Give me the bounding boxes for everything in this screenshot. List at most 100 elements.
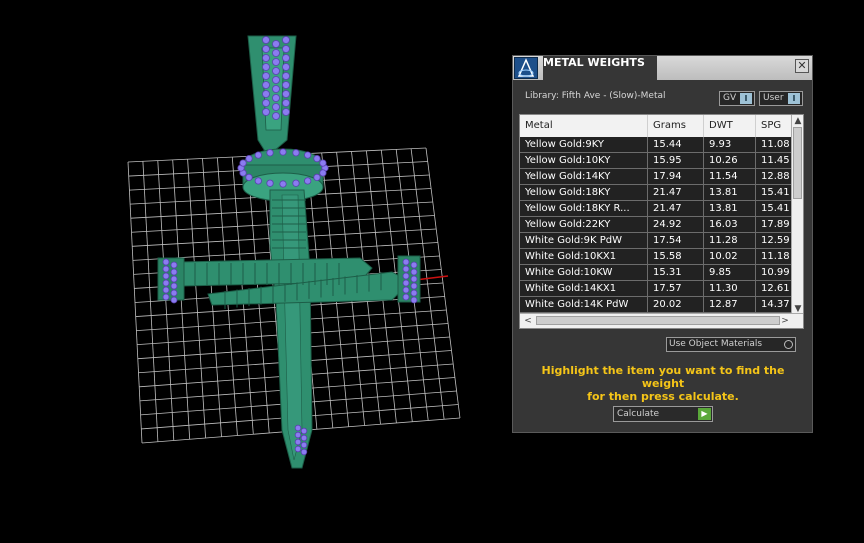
gem xyxy=(279,180,287,188)
table-row[interactable]: White Gold:14K PdW 20.02 12.87 14.37 xyxy=(520,297,792,313)
vertical-scrollbar[interactable]: ▲ ▼ xyxy=(791,115,803,315)
scroll-left-icon[interactable]: < xyxy=(522,315,534,327)
gem xyxy=(294,424,302,432)
table-row[interactable]: Yellow Gold:18KY R... 21.47 13.81 15.41 xyxy=(520,201,792,217)
table-row[interactable]: White Gold:14KX1 17.57 11.30 12.61 xyxy=(520,281,792,297)
panel-titlebar[interactable]: METAL WEIGHTS ✕ xyxy=(513,56,812,80)
gem xyxy=(162,279,170,287)
gem xyxy=(410,282,418,290)
cell-grams: 15.95 xyxy=(648,153,704,168)
gem xyxy=(245,173,253,182)
gem xyxy=(304,151,312,159)
table-row[interactable]: Yellow Gold:10KY 15.95 10.26 11.45 xyxy=(520,153,792,169)
cell-metal: Yellow Gold:9KY xyxy=(520,137,648,152)
column-header-grams[interactable]: Grams xyxy=(648,115,704,137)
cell-metal: Yellow Gold:14KY xyxy=(520,169,648,184)
table-row[interactable]: White Gold:10KW 15.31 9.85 10.99 xyxy=(520,265,792,281)
gem xyxy=(300,427,308,435)
gem xyxy=(282,90,290,98)
table-row[interactable]: Yellow Gold:18KY 21.47 13.81 15.41 xyxy=(520,185,792,201)
cell-metal: Yellow Gold:10KY xyxy=(520,153,648,168)
gem xyxy=(402,286,410,294)
radio-icon[interactable] xyxy=(784,340,793,349)
app-logo-icon xyxy=(514,57,538,79)
cell-grams: 17.54 xyxy=(648,233,704,248)
table-row[interactable]: White Gold:9K PdW 17.54 11.28 12.59 xyxy=(520,233,792,249)
horizontal-scroll-thumb[interactable] xyxy=(536,316,780,325)
close-button[interactable]: ✕ xyxy=(795,59,809,73)
gem xyxy=(170,261,178,269)
cell-metal: White Gold:10KW xyxy=(520,265,648,280)
scroll-up-icon[interactable]: ▲ xyxy=(792,115,803,127)
table-row[interactable]: Yellow Gold:14KY 17.94 11.54 12.88 xyxy=(520,169,792,185)
cell-dwt: 13.81 xyxy=(704,201,756,216)
gem xyxy=(282,36,290,44)
cell-grams: 15.31 xyxy=(648,265,704,280)
gem xyxy=(402,279,410,287)
cell-grams: 21.47 xyxy=(648,201,704,216)
gem xyxy=(262,54,270,62)
table-row[interactable]: Yellow Gold:22KY 24.92 16.03 17.89 xyxy=(520,217,792,233)
gem xyxy=(272,76,280,84)
gem xyxy=(402,258,410,266)
cell-grams: 15.58 xyxy=(648,249,704,264)
toggle-switch-icon: I xyxy=(788,93,800,104)
cell-metal: Yellow Gold:18KY xyxy=(520,185,648,200)
table-row[interactable]: Yellow Gold:9KY 15.44 9.93 11.08 xyxy=(520,137,792,153)
use-object-materials-label: Use Object Materials xyxy=(669,339,763,349)
panel-title: METAL WEIGHTS xyxy=(543,56,657,80)
cell-metal: Yellow Gold:22KY xyxy=(520,217,648,232)
gem xyxy=(313,154,321,163)
column-header-spg[interactable]: SPG xyxy=(756,115,792,137)
gem xyxy=(300,434,308,442)
gem xyxy=(162,258,170,266)
table-row[interactable]: White Gold:10KX1 15.58 10.02 11.18 xyxy=(520,249,792,265)
gem xyxy=(410,268,418,276)
gem xyxy=(170,296,178,304)
cell-grams: 17.94 xyxy=(648,169,704,184)
gem xyxy=(262,81,270,89)
vertical-scroll-thumb[interactable] xyxy=(793,127,802,199)
gem xyxy=(282,54,290,62)
cell-metal: White Gold:9K PdW xyxy=(520,233,648,248)
gv-toggle[interactable]: GV I xyxy=(719,91,755,106)
gem xyxy=(272,67,280,75)
gem xyxy=(170,289,178,297)
user-label: User xyxy=(763,93,784,103)
gem xyxy=(266,149,274,157)
gem xyxy=(292,179,300,187)
gem xyxy=(282,45,290,53)
cell-spg: 10.99 xyxy=(756,265,792,280)
cell-dwt: 9.85 xyxy=(704,265,756,280)
gem xyxy=(410,296,418,304)
gem xyxy=(262,45,270,53)
metal-table[interactable]: Metal Grams DWT SPG Yellow Gold:9KY 15.44… xyxy=(519,114,804,329)
gem xyxy=(410,275,418,283)
calculate-button[interactable]: Calculate ▶ xyxy=(613,406,713,422)
instruction-line-2: for then press calculate. xyxy=(587,390,739,403)
cell-spg: 15.41 xyxy=(756,201,792,216)
gem xyxy=(262,72,270,80)
gem xyxy=(262,63,270,71)
gem xyxy=(304,177,312,185)
gem xyxy=(262,99,270,107)
use-object-materials-option[interactable]: Use Object Materials xyxy=(666,337,796,352)
gem xyxy=(162,286,170,294)
gem xyxy=(402,265,410,273)
library-label: Library: Fifth Ave - (Slow)-Metal xyxy=(525,91,666,101)
gem xyxy=(162,265,170,273)
gem xyxy=(300,448,308,456)
column-header-metal[interactable]: Metal xyxy=(520,115,648,137)
cell-spg: 15.41 xyxy=(756,185,792,200)
cell-spg: 17.89 xyxy=(756,217,792,232)
column-header-dwt[interactable]: DWT xyxy=(704,115,756,137)
gem xyxy=(410,289,418,297)
horizontal-scrollbar[interactable]: < > xyxy=(520,313,803,328)
cell-dwt: 16.03 xyxy=(704,217,756,232)
gem xyxy=(262,36,270,44)
gem xyxy=(239,159,247,167)
user-toggle[interactable]: User I xyxy=(759,91,803,106)
scroll-right-icon[interactable]: > xyxy=(779,315,791,327)
gem xyxy=(294,438,302,446)
gem xyxy=(266,179,274,187)
